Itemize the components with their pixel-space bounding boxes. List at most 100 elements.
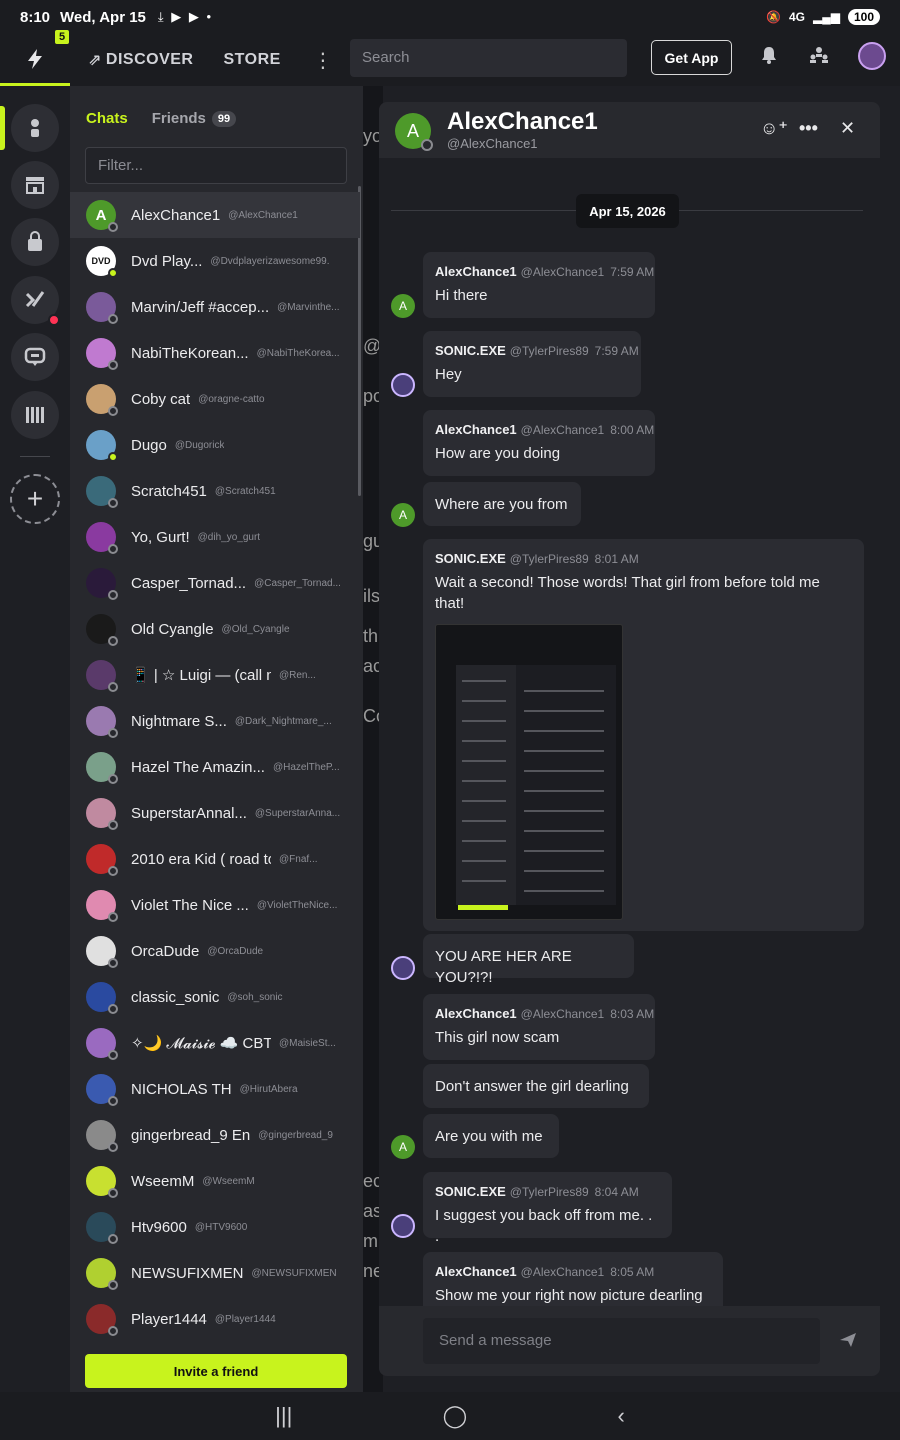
- invite-friend-button[interactable]: Invite a friend: [85, 1354, 347, 1388]
- message-time: 7:59 AM: [610, 265, 655, 279]
- screenshot-line: [524, 690, 604, 692]
- friend-avatar: [86, 1166, 118, 1198]
- message-avatar[interactable]: [391, 956, 415, 980]
- message-bubble[interactable]: SONIC.EXE @TylerPires89 7:59 AM Hey: [423, 331, 641, 397]
- status-date: Wed, Apr 15: [60, 8, 146, 26]
- filter-input[interactable]: Filter...: [85, 147, 347, 184]
- friend-row[interactable]: 📱 | ☆ Luigi — (call me ... @Ren...: [70, 652, 360, 698]
- message-avatar[interactable]: [391, 373, 415, 397]
- status-indicator: [108, 1326, 118, 1336]
- friend-row[interactable]: Nightmare S... @Dark_Nightmare_...: [70, 698, 360, 744]
- rail-library-button[interactable]: [11, 391, 59, 439]
- friend-row[interactable]: NEWSUFIXMEN @NEWSUFIXMEN: [70, 1250, 360, 1296]
- mute-icon: 🔕: [766, 10, 781, 24]
- message-avatar[interactable]: A: [391, 503, 415, 527]
- rail-divider: [20, 456, 50, 457]
- message-bubble[interactable]: Are you with me: [423, 1114, 559, 1158]
- status-indicator: [108, 774, 118, 784]
- friend-row[interactable]: WseemM @WseemM: [70, 1158, 360, 1204]
- friend-row[interactable]: Marvin/Jeff #accep... @Marvinthe...: [70, 284, 360, 330]
- search-input[interactable]: Search: [350, 39, 627, 77]
- message-input[interactable]: Send a message: [423, 1318, 820, 1364]
- close-icon[interactable]: ✕: [840, 118, 855, 139]
- message-header: AlexChance1 @AlexChance1 8:00 AM: [435, 422, 654, 437]
- friend-username: @Dvdplayerizawesome99...: [210, 255, 331, 267]
- tab-friends[interactable]: Friends 99: [152, 110, 237, 127]
- store-icon: [26, 177, 44, 194]
- friend-row[interactable]: gingerbread_9 En @gingerbread_9: [70, 1112, 360, 1158]
- rocket-icon: ⇗: [88, 52, 102, 69]
- message-bubble[interactable]: YOU ARE HER ARE YOU?!?!: [423, 934, 634, 986]
- message-bubble[interactable]: AlexChance1 @AlexChance1 7:59 AM Hi there: [423, 252, 655, 318]
- friend-row[interactable]: Scratch451 @Scratch451: [70, 468, 360, 514]
- rail-chat-button[interactable]: [11, 333, 59, 381]
- home-button[interactable]: ◯: [443, 1403, 468, 1429]
- friend-row[interactable]: OrcaDude @OrcaDude: [70, 928, 360, 974]
- friend-row[interactable]: Dugo @Dugorick: [70, 422, 360, 468]
- friend-row[interactable]: Player1444 @Player1444: [70, 1296, 360, 1342]
- app-logo[interactable]: 5: [0, 30, 70, 86]
- friend-row[interactable]: Hazel The Amazin... @HazelTheP...: [70, 744, 360, 790]
- friend-name: Htv9600: [131, 1218, 187, 1236]
- friend-row[interactable]: DVD Dvd Play... @Dvdplayerizawesome99...: [70, 238, 360, 284]
- bell-icon[interactable]: [761, 46, 777, 69]
- friend-row[interactable]: Old Cyangle @Old_Cyangle: [70, 606, 360, 652]
- friend-username: @soh_sonic: [227, 991, 283, 1003]
- friend-row[interactable]: Htv9600 @HTV9600: [70, 1204, 360, 1250]
- friend-avatar: [86, 1120, 118, 1152]
- status-indicator: [108, 544, 118, 554]
- discover-link[interactable]: ⇗ DISCOVER: [88, 50, 193, 70]
- friend-row[interactable]: Violet The Nice ... @VioletTheNice...: [70, 882, 360, 928]
- friend-name: ✧🌙 𝓜𝓪𝓲𝓼𝓲𝓮 ☁️ CBT...: [131, 1035, 271, 1052]
- friends-icon[interactable]: [809, 46, 829, 69]
- message-text: Show me your right now picture dearling: [435, 1287, 703, 1304]
- message-bubble[interactable]: AlexChance1 @AlexChance1 8:03 AM This girl…: [423, 994, 655, 1060]
- message-avatar[interactable]: A: [391, 294, 415, 318]
- message-composer: Send a message: [379, 1306, 880, 1376]
- dm-avatar[interactable]: A: [395, 113, 433, 151]
- status-indicator: [108, 820, 118, 830]
- attached-screenshot[interactable]: [435, 624, 623, 920]
- friend-row[interactable]: classic_sonic @soh_sonic: [70, 974, 360, 1020]
- user-icon: [31, 119, 39, 137]
- message-bubble[interactable]: Where are you from: [423, 482, 581, 526]
- friend-row[interactable]: Coby cat @oragne-catto: [70, 376, 360, 422]
- more-menu-icon[interactable]: ⋮: [313, 48, 333, 73]
- friend-row[interactable]: 2010 era Kid ( road to ... @Fnaf...: [70, 836, 360, 882]
- friend-row[interactable]: NabiTheKorean... @NabiTheKorea...: [70, 330, 360, 376]
- screenshot-line: [462, 700, 506, 702]
- friend-row[interactable]: Yo, Gurt! @dih_yo_gurt: [70, 514, 360, 560]
- message-avatar[interactable]: A: [391, 1135, 415, 1159]
- friend-row[interactable]: SuperstarAnnal... @SuperstarAnna...: [70, 790, 360, 836]
- friend-row[interactable]: A AlexChance1 @AlexChance1: [70, 192, 360, 238]
- rail-profile-button[interactable]: [11, 104, 59, 152]
- status-bar: 8:10 Wed, Apr 15 ⤓ ▶ ▶ • 🔕 4G ▂▄▆ 100: [0, 0, 900, 34]
- friend-row[interactable]: NICHOLAS TH @HirutAbera: [70, 1066, 360, 1112]
- send-icon[interactable]: [839, 1332, 857, 1353]
- recents-button[interactable]: |||: [275, 1403, 292, 1429]
- chat-list-panel: Chats Friends 99 Filter... A AlexChance1 @…: [70, 86, 363, 1392]
- add-icon[interactable]: +: [10, 474, 60, 524]
- add-friend-icon[interactable]: ☺⁺: [760, 118, 788, 139]
- more-options-icon[interactable]: •••: [799, 118, 818, 139]
- message-bubble[interactable]: AlexChance1 @AlexChance1 8:00 AM How are y…: [423, 410, 655, 476]
- chat-bubble-icon: [24, 347, 46, 366]
- get-app-button[interactable]: Get App: [651, 40, 732, 75]
- message-bubble[interactable]: SONIC.EXE @TylerPires89 8:01 AM Wait a sec…: [423, 539, 864, 931]
- message-header: AlexChance1 @AlexChance1 8:03 AM: [435, 1006, 654, 1021]
- friend-row[interactable]: ✧🌙 𝓜𝓪𝓲𝓼𝓲𝓮 ☁️ CBT... @MaisieSt...: [70, 1020, 360, 1066]
- message-avatar[interactable]: [391, 1214, 415, 1238]
- message-bubble[interactable]: Don't answer the girl dearling: [423, 1064, 649, 1108]
- back-button[interactable]: ‹: [618, 1403, 625, 1429]
- friend-avatar: [86, 752, 118, 784]
- profile-avatar[interactable]: [858, 42, 886, 70]
- rail-store-button[interactable]: [11, 161, 59, 209]
- tab-chats[interactable]: Chats: [86, 110, 128, 127]
- store-link[interactable]: STORE: [223, 51, 280, 69]
- friend-row[interactable]: Casper_Tornad... @Casper_Tornad...: [70, 560, 360, 606]
- message-handle: @AlexChance1: [520, 1265, 605, 1279]
- rail-shop-button[interactable]: [11, 218, 59, 266]
- screenshot-line: [462, 720, 506, 722]
- screenshot-line: [524, 790, 604, 792]
- message-bubble[interactable]: SONIC.EXE @TylerPires89 8:04 AM I suggest …: [423, 1172, 672, 1245]
